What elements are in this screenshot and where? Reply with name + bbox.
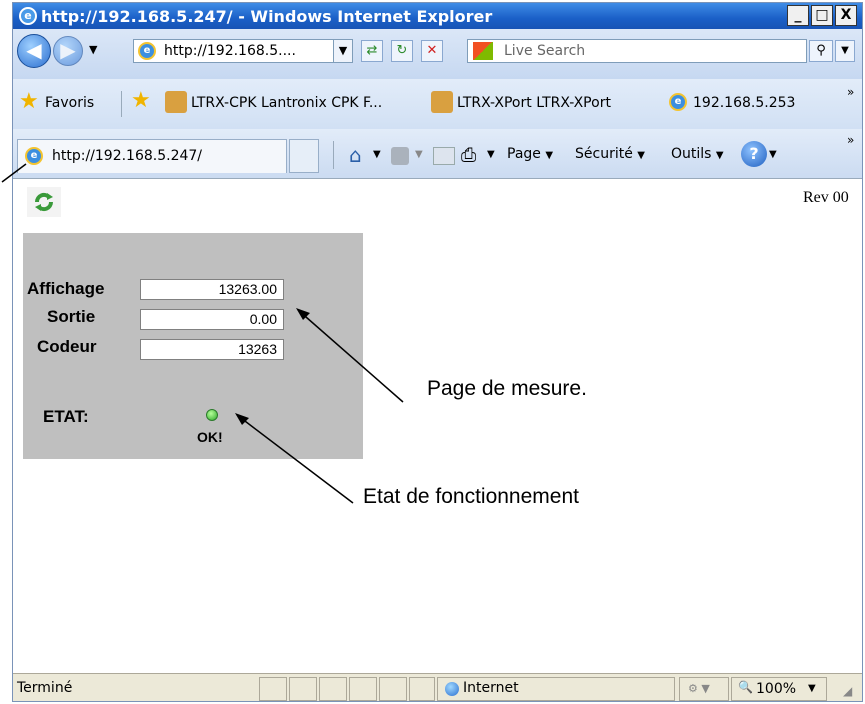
search-icon[interactable]: ⚲ xyxy=(809,40,833,62)
favorites-overflow-icon[interactable]: » xyxy=(847,85,854,99)
favorite-link-ltrx-xport[interactable]: LTRX-XPort LTRX-XPort xyxy=(457,95,611,111)
mail-icon[interactable] xyxy=(433,147,455,165)
lantronix-link-icon xyxy=(165,91,187,113)
zoom-text: 100% xyxy=(756,681,797,697)
tools-menu[interactable]: Outils ▼ xyxy=(671,146,724,162)
page-menu[interactable]: Page ▼ xyxy=(507,146,553,162)
help-dropdown-icon[interactable]: ▼ xyxy=(769,149,777,160)
status-cell xyxy=(289,677,317,701)
zoom-button[interactable]: 🔍 100% ▼ xyxy=(731,677,827,701)
status-text: Terminé xyxy=(17,680,73,696)
feeds-dropdown-icon[interactable]: ▼ xyxy=(415,149,423,160)
annotation-measure-page: Page de mesure. xyxy=(427,377,587,400)
outside-arrow xyxy=(1,163,27,183)
close-button[interactable]: X xyxy=(835,5,857,26)
outside-arrow-line xyxy=(1,163,27,183)
compatibility-icon[interactable]: ⇄ xyxy=(361,40,383,62)
annotation-arrows xyxy=(235,308,404,504)
favorites-button[interactable]: Favoris xyxy=(45,95,94,111)
globe-icon xyxy=(445,682,459,696)
favorites-bar: ★ Favoris ★ LTRX-CPK Lantronix CPK F... … xyxy=(13,79,862,129)
tab-current[interactable]: http://192.168.5.247/ xyxy=(17,139,287,173)
state-arrow-line xyxy=(236,414,354,504)
protected-mode-button[interactable]: ⚙ ▼ xyxy=(679,677,729,701)
page-menu-label: Page xyxy=(507,146,541,162)
print-dropdown-icon[interactable]: ▼ xyxy=(487,149,495,160)
new-tab-button[interactable] xyxy=(289,139,319,173)
stop-icon[interactable]: ✕ xyxy=(421,40,443,62)
resize-grip-icon[interactable]: ◢ xyxy=(843,684,852,698)
help-icon[interactable]: ? xyxy=(741,141,767,167)
security-menu-label: Sécurité xyxy=(575,146,633,162)
window-title: http://192.168.5.247/ - Windows Internet… xyxy=(41,7,493,26)
status-cell xyxy=(349,677,377,701)
page-ie-icon: e xyxy=(138,42,156,60)
minimize-button[interactable]: _ xyxy=(787,5,809,26)
favorite-link-192-168-5-253[interactable]: 192.168.5.253 xyxy=(693,95,795,111)
live-search-logo-icon xyxy=(473,42,493,60)
status-cell xyxy=(319,677,347,701)
page-content: Rev 00 Affichage 13263.00 Sortie 0.00 Co… xyxy=(13,179,862,661)
tab-title: http://192.168.5.247/ xyxy=(52,148,203,164)
measure-arrow-line xyxy=(297,309,404,403)
lantronix-xport-icon xyxy=(431,91,453,113)
address-bar[interactable]: http://192.168.5.... xyxy=(133,39,351,63)
search-options-icon[interactable]: ▼ xyxy=(835,40,855,62)
maximize-button[interactable]: □ xyxy=(811,5,833,26)
annotation-operating-state: Etat de fonctionnement xyxy=(363,485,579,508)
ie-logo-icon: e xyxy=(19,7,37,25)
print-icon[interactable]: ⎙ xyxy=(461,144,476,166)
address-dropdown-button[interactable]: ▼ xyxy=(333,39,353,63)
add-favorite-icon[interactable]: ★ xyxy=(131,90,151,112)
ie-link-icon: e xyxy=(669,93,687,111)
back-button[interactable]: ◀ xyxy=(17,34,51,68)
status-cell xyxy=(379,677,407,701)
command-divider xyxy=(333,141,334,169)
address-text: http://192.168.5.... xyxy=(164,43,296,59)
feeds-icon[interactable] xyxy=(391,147,409,165)
favorites-divider xyxy=(121,91,122,117)
tools-menu-label: Outils xyxy=(671,146,712,162)
browser-window: e http://192.168.5.247/ - Windows Intern… xyxy=(12,2,863,702)
commands-overflow-icon[interactable]: » xyxy=(847,133,854,147)
security-menu[interactable]: Sécurité ▼ xyxy=(575,146,645,162)
title-bar: e http://192.168.5.247/ - Windows Intern… xyxy=(13,3,862,29)
zoom-icon: 🔍 xyxy=(738,680,753,694)
navigation-toolbar: ◀ ▶ ▼ http://192.168.5.... e ▼ ⇄ ↻ ✕ Liv… xyxy=(13,29,862,79)
refresh-icon[interactable]: ↻ xyxy=(391,40,413,62)
search-input[interactable]: Live Search xyxy=(467,39,807,63)
favorites-star-icon[interactable]: ★ xyxy=(19,91,39,113)
zoom-dropdown-icon: ▼ xyxy=(808,683,816,694)
favorite-link-ltrx-cpk[interactable]: LTRX-CPK Lantronix CPK F... xyxy=(191,95,382,111)
status-cell xyxy=(409,677,435,701)
tab-bar: http://192.168.5.247/ e ⌂ ▼ ▼ ⎙ ▼ Page ▼… xyxy=(13,129,862,179)
status-cell xyxy=(259,677,287,701)
zone-text: Internet xyxy=(463,680,519,696)
home-dropdown-icon[interactable]: ▼ xyxy=(373,149,381,160)
status-bar: Terminé Internet ⚙ ▼ 🔍 100% ▼ ◢ xyxy=(13,673,862,701)
home-icon[interactable]: ⌂ xyxy=(349,143,362,167)
forward-button[interactable]: ▶ xyxy=(53,36,83,66)
recent-pages-dropdown-icon[interactable]: ▼ xyxy=(89,43,97,56)
